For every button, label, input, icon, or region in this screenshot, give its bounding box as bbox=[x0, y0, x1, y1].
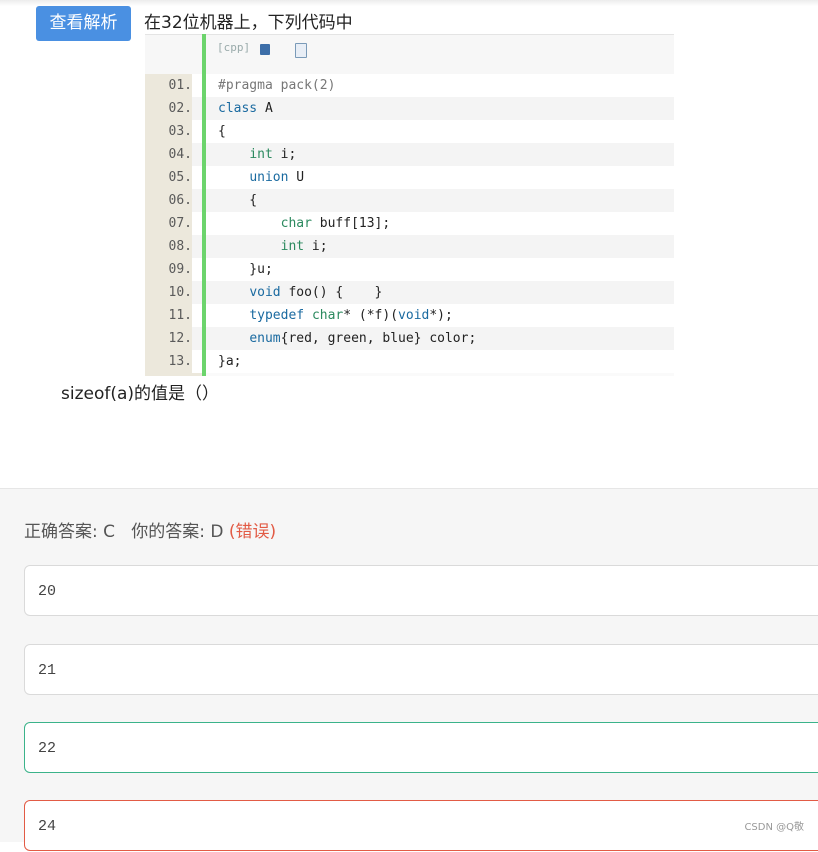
answer-summary: 正确答案: C 你的答案: D (错误) bbox=[24, 517, 276, 542]
code-snippet-image: [cpp] 01. #pragma pack(2) 02. class A 03. {04… bbox=[145, 34, 674, 376]
code-text: #pragma pack(2) bbox=[218, 78, 336, 93]
answer-status: (错误) bbox=[228, 522, 277, 542]
watermark: CSDN @Q敬 bbox=[744, 822, 804, 833]
correct-answer-label: 正确答案: C bbox=[24, 522, 116, 542]
code-text: void foo() { } bbox=[249, 285, 383, 300]
option-c[interactable]: 22 bbox=[24, 722, 818, 773]
line-number: 02. bbox=[145, 97, 192, 120]
line-number: 06. bbox=[145, 189, 192, 212]
code-text: { bbox=[218, 124, 226, 139]
code-line: 13. }a; bbox=[145, 350, 674, 373]
your-answer-label: 你的答案: D bbox=[131, 522, 224, 542]
code-line: 07. char buff[13]; bbox=[145, 212, 674, 235]
line-number: 07. bbox=[145, 212, 192, 235]
code-toolbar: [cpp] bbox=[145, 34, 674, 75]
code-text: typedef char* (*f)(void*); bbox=[249, 308, 453, 323]
option-d[interactable]: 24 bbox=[24, 800, 818, 851]
code-line: 03. { bbox=[145, 120, 674, 143]
code-line: 02. class A bbox=[145, 97, 674, 120]
line-number: 03. bbox=[145, 120, 192, 143]
code-line: 08. int i; bbox=[145, 235, 674, 258]
code-text: { bbox=[218, 193, 258, 208]
code-line: 11. typedef char* (*f)(void*); bbox=[145, 304, 674, 327]
line-number: 05. bbox=[145, 166, 192, 189]
code-text: enum{red, green, blue} color; bbox=[249, 331, 477, 346]
code-line: 12. enum{red, green, blue} color; bbox=[145, 327, 674, 350]
line-number: 09. bbox=[145, 258, 192, 281]
code-language-label: [cpp] bbox=[217, 41, 251, 54]
code-line: 10. void foo() { } bbox=[145, 281, 674, 304]
code-text: char buff[13]; bbox=[280, 216, 391, 231]
question-title: 在32位机器上，下列代码中 bbox=[144, 13, 353, 33]
copy-icon[interactable] bbox=[295, 43, 307, 58]
code-text: }u; bbox=[218, 262, 273, 277]
line-number: 04. bbox=[145, 143, 192, 166]
option-b[interactable]: 21 bbox=[24, 644, 818, 695]
line-number: 12. bbox=[145, 327, 192, 350]
code-line: 01. #pragma pack(2) bbox=[145, 74, 674, 97]
code-lines: 01. #pragma pack(2) 02. class A 03. {04. int … bbox=[145, 74, 674, 373]
code-line: 04. int i; bbox=[145, 143, 674, 166]
line-number: 13. bbox=[145, 350, 192, 373]
question-tail: sizeof(a)的值是（） bbox=[61, 384, 220, 404]
code-line: 06. { bbox=[145, 189, 674, 212]
code-text: union U bbox=[249, 170, 305, 185]
code-line: 09. }u; bbox=[145, 258, 674, 281]
option-a[interactable]: 20 bbox=[24, 565, 818, 616]
line-number: 11. bbox=[145, 304, 192, 327]
code-text: int i; bbox=[280, 239, 328, 254]
view-source-icon[interactable] bbox=[260, 44, 270, 55]
code-text: class A bbox=[218, 101, 273, 116]
view-analysis-button[interactable]: 查看解析 bbox=[36, 6, 131, 41]
code-text: }a; bbox=[218, 354, 242, 369]
line-number: 10. bbox=[145, 281, 192, 304]
code-text: int i; bbox=[249, 147, 297, 162]
code-line: 05. union U bbox=[145, 166, 674, 189]
line-number: 01. bbox=[145, 74, 192, 97]
gutter-divider bbox=[202, 34, 206, 376]
line-number: 08. bbox=[145, 235, 192, 258]
